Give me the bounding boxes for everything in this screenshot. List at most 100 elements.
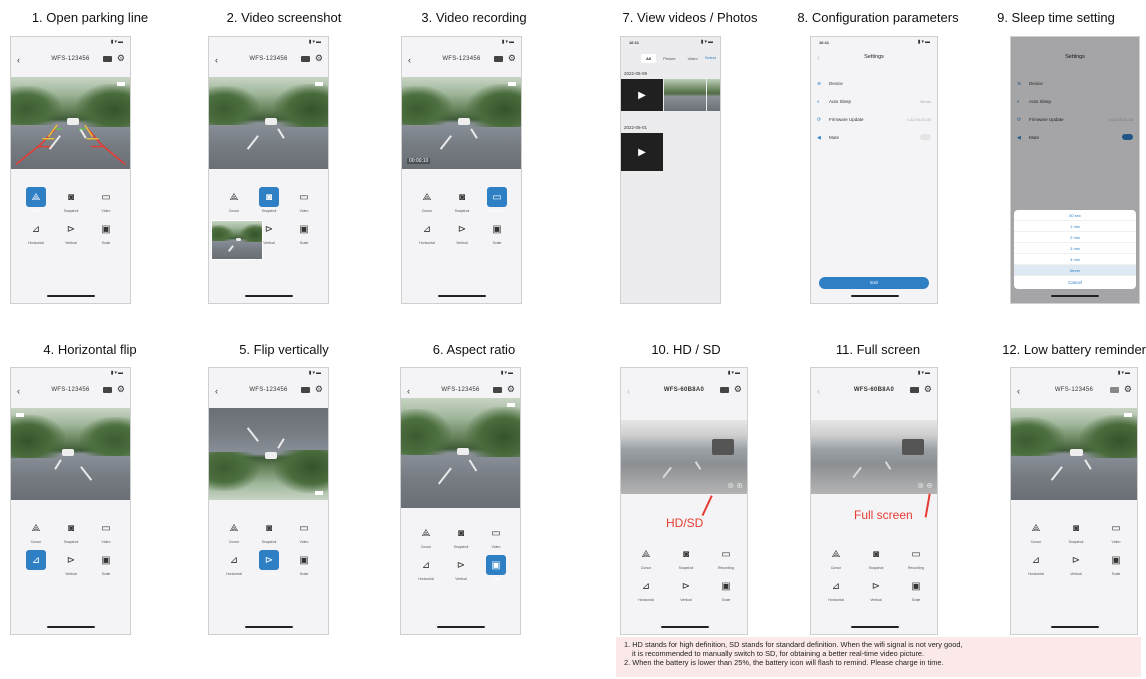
snapshot-button[interactable]: ◙ [676, 544, 696, 564]
phone-screen: Settings ≋ Device ◐ Auto Sleep ⟳ Firmware U… [1010, 36, 1140, 304]
cursor-label: Cursor [421, 209, 433, 213]
sleep-option[interactable]: 2 min [1014, 232, 1136, 243]
screenshot-thumbnail[interactable] [211, 220, 263, 260]
video-button[interactable]: ▭ [487, 187, 507, 207]
live-video[interactable] [209, 408, 328, 500]
gear-icon[interactable]: ⚙ [117, 384, 125, 395]
photo-thumbnail[interactable] [664, 79, 706, 111]
video-button[interactable]: ▭ [716, 544, 736, 564]
mute-toggle[interactable] [920, 134, 931, 140]
scale-button[interactable]: ▣ [486, 555, 506, 575]
video-button[interactable]: ▭ [96, 518, 116, 538]
video-button[interactable]: ▭ [294, 518, 314, 538]
gear-icon[interactable]: ⚙ [507, 384, 515, 395]
snapshot-button[interactable]: ◙ [452, 187, 472, 207]
photo-thumbnail[interactable] [707, 79, 720, 111]
video-button[interactable]: ▭ [486, 523, 506, 543]
scale-button[interactable]: ▣ [96, 219, 116, 239]
scale-button[interactable]: ▣ [906, 576, 926, 596]
cursor-button[interactable]: ⟁ [224, 518, 244, 538]
video-thumbnail[interactable]: ▶ [621, 133, 663, 171]
panel-open-parking-line: 1. Open parking line ▮▾▬ ‹ WFS-123456 ⚙ [0, 9, 180, 304]
live-video[interactable]: 00:00:10 [402, 77, 521, 169]
gear-icon[interactable]: ⚙ [924, 384, 932, 395]
horizontal-flip-button[interactable]: ⊿ [416, 555, 436, 575]
snapshot-button[interactable]: ◙ [259, 187, 279, 207]
settings-row-device[interactable]: ≋ Device [811, 75, 937, 93]
video-thumbnail[interactable]: ▶ [621, 79, 663, 111]
snapshot-button[interactable]: ◙ [866, 544, 886, 564]
gear-icon[interactable]: ⚙ [117, 53, 125, 64]
horizontal-flip-button[interactable]: ⊿ [26, 550, 46, 570]
horizontal-flip-button[interactable]: ⊿ [636, 576, 656, 596]
live-video[interactable] [1011, 408, 1137, 500]
panel-low-battery-reminder: 12. Low battery reminder ▮▾▬ ‹ WFS-12345… [966, 341, 1146, 635]
snapshot-label: Snapshot [868, 566, 884, 570]
gear-icon[interactable]: ⚙ [315, 53, 323, 64]
sleep-option[interactable]: 1 min [1014, 221, 1136, 232]
exit-button[interactable]: Exit [819, 277, 929, 289]
vertical-flip-button[interactable]: ⊳ [676, 576, 696, 596]
cursor-button[interactable]: ⟁ [417, 187, 437, 207]
vertical-flip-button[interactable]: ⊳ [259, 550, 279, 570]
scale-button[interactable]: ▣ [294, 550, 314, 570]
scale-button[interactable]: ▣ [294, 219, 314, 239]
sleep-option-selected[interactable]: Never [1014, 265, 1136, 276]
video-button[interactable]: ▭ [906, 544, 926, 564]
live-video[interactable] [11, 77, 130, 169]
vertical-flip-button[interactable]: ⊳ [452, 219, 472, 239]
snapshot-button[interactable]: ◙ [451, 523, 471, 543]
horizontal-flip-button[interactable]: ⊿ [1026, 550, 1046, 570]
cursor-button[interactable]: ⟁ [636, 544, 656, 564]
settings-row-firmware[interactable]: ⟳ Firmware Update v.22.06.01.00 [811, 111, 937, 129]
gear-icon[interactable]: ⚙ [734, 384, 742, 395]
cancel-button[interactable]: Cancel [1014, 276, 1136, 289]
vertical-flip-button[interactable]: ⊳ [451, 555, 471, 575]
video-button[interactable]: ▭ [294, 187, 314, 207]
snapshot-button[interactable]: ◙ [1066, 518, 1086, 538]
live-video[interactable] [209, 77, 328, 169]
vertical-flip-button[interactable]: ⊳ [866, 576, 886, 596]
cursor-button[interactable]: ⟁ [224, 187, 244, 207]
sleep-option[interactable]: 4 min [1014, 254, 1136, 265]
vertical-flip-button[interactable]: ⊳ [1066, 550, 1086, 570]
scale-button[interactable]: ▣ [487, 219, 507, 239]
snapshot-label: Snapshot [261, 209, 277, 213]
cursor-label: Cursor [830, 566, 842, 570]
settings-row-auto-sleep[interactable]: ◐ Auto Sleep Never [811, 93, 937, 111]
sleep-option[interactable]: 3 min [1014, 243, 1136, 254]
tab-video[interactable]: Video [683, 54, 703, 63]
gear-icon[interactable]: ⚙ [315, 384, 323, 395]
cursor-button[interactable]: ⟁ [26, 518, 46, 538]
live-video[interactable]: ⊗ ⊕ [621, 420, 747, 494]
cursor-button[interactable]: ⟁ [826, 544, 846, 564]
cursor-button[interactable]: ⟁ [26, 187, 46, 207]
scale-button[interactable]: ▣ [96, 550, 116, 570]
snapshot-button[interactable]: ◙ [259, 518, 279, 538]
horizontal-flip-button[interactable]: ⊿ [826, 576, 846, 596]
sleep-option[interactable]: 30 sec [1014, 210, 1136, 221]
live-video[interactable] [401, 398, 520, 508]
vertical-flip-button[interactable]: ⊳ [61, 219, 81, 239]
snapshot-button[interactable]: ◙ [61, 518, 81, 538]
tab-all[interactable]: All [641, 54, 657, 63]
vertical-flip-button[interactable]: ⊳ [61, 550, 81, 570]
video-button[interactable]: ▭ [96, 187, 116, 207]
gear-icon[interactable]: ⚙ [508, 53, 516, 64]
live-video[interactable] [11, 408, 130, 500]
hd-sd-fullscreen-icons[interactable]: ⊗ ⊕ [917, 481, 933, 490]
tab-picture[interactable]: Picture [658, 54, 680, 63]
scale-button[interactable]: ▣ [716, 576, 736, 596]
cursor-button[interactable]: ⟁ [1026, 518, 1046, 538]
horizontal-flip-button[interactable]: ⊿ [26, 219, 46, 239]
live-video[interactable]: ⊗ ⊕ [811, 420, 937, 494]
video-button[interactable]: ▭ [1106, 518, 1126, 538]
snapshot-button[interactable]: ◙ [61, 187, 81, 207]
scale-button[interactable]: ▣ [1106, 550, 1126, 570]
select-button[interactable]: Select [705, 55, 716, 60]
cursor-button[interactable]: ⟁ [416, 523, 436, 543]
hd-sd-fullscreen-icons[interactable]: ⊗ ⊕ [727, 481, 743, 490]
gear-icon[interactable]: ⚙ [1124, 384, 1132, 395]
horizontal-flip-button[interactable]: ⊿ [224, 550, 244, 570]
horizontal-flip-button[interactable]: ⊿ [417, 219, 437, 239]
